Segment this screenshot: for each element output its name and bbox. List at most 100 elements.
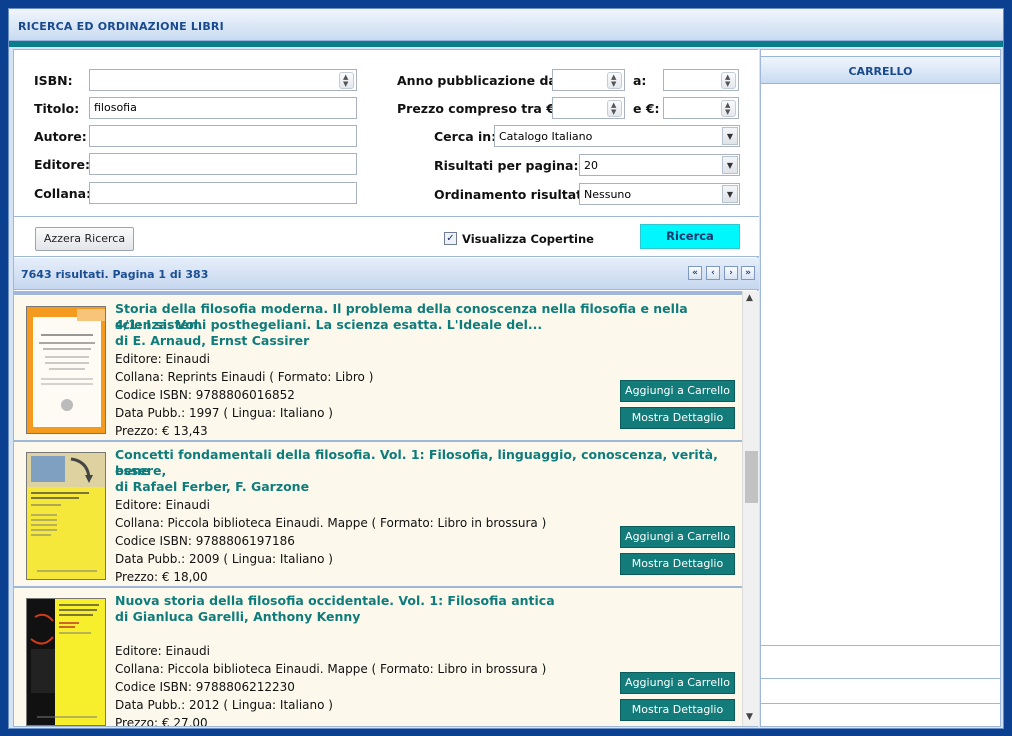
scroll-up-icon[interactable]: ▲ [746, 293, 753, 303]
book-series: Collana: Reprints Einaudi ( Formato: Lib… [115, 370, 374, 384]
book-series: Collana: Piccola biblioteca Einaudi. Map… [115, 662, 547, 676]
double-chevron-right-icon[interactable]: » [741, 266, 755, 280]
cart-divider [761, 645, 1000, 646]
book-price: Prezzo: € 13,43 [115, 424, 208, 438]
results-summary: 7643 risultati. Pagina 1 di 383 [21, 268, 209, 281]
year-from-field[interactable]: ▲ ▼ [552, 69, 625, 91]
book-date: Data Pubb.: 1997 ( Lingua: Italiano ) [115, 406, 333, 420]
series-label: Collana: [34, 186, 92, 201]
book-isbn: Codice ISBN: 9788806197186 [115, 534, 295, 548]
search-panel: ISBN: ▲ ▼ Titolo: filosofia Autore: Edito… [13, 49, 759, 727]
chevron-down-icon[interactable]: ▼ [722, 127, 738, 145]
scroll-down-icon[interactable]: ▼ [746, 712, 753, 722]
cover-art-storia-filosofia-moderna [27, 307, 105, 433]
series-field[interactable] [89, 182, 357, 204]
title-field[interactable]: filosofia [89, 97, 357, 119]
per-page-label: Risultati per pagina: [434, 158, 579, 173]
window-title: RICERCA ED ORDINAZIONE LIBRI [18, 20, 224, 33]
cart-divider [761, 678, 1000, 679]
title-accent-bar [9, 41, 1003, 47]
year-to-field[interactable]: ▲ ▼ [663, 69, 739, 91]
show-covers-label: Visualizza Copertine [462, 232, 594, 246]
cover-art-nuova-storia-filosofia [27, 599, 105, 725]
author-field[interactable] [89, 125, 357, 147]
list-item: Nuova storia della filosofia occidentale… [14, 588, 742, 726]
search-in-select[interactable]: Catalogo Italiano ▼ [494, 125, 740, 147]
book-price: Prezzo: € 27,00 [115, 716, 208, 726]
add-to-cart-button[interactable]: Aggiungi a Carrello [620, 526, 735, 548]
book-authors: di E. Arnaud, Ernst Cassirer [115, 333, 310, 348]
per-page-select[interactable]: 20 ▼ [579, 154, 740, 176]
list-divider [14, 291, 742, 295]
author-label: Autore: [34, 129, 87, 144]
chevron-left-icon[interactable]: ‹ [706, 266, 720, 280]
book-cover [26, 306, 106, 434]
show-detail-button[interactable]: Mostra Dettaglio [620, 699, 735, 721]
price-from-label: Prezzo compreso tra €: [397, 101, 560, 116]
main-window: RICERCA ED ORDINAZIONE LIBRI ISBN: ▲ ▼ Ti… [8, 8, 1004, 729]
book-isbn: Codice ISBN: 9788806016852 [115, 388, 295, 402]
chevron-down-icon[interactable]: ▼ [722, 185, 738, 203]
book-cover [26, 598, 106, 726]
year-from-label: Anno pubblicazione da: [397, 73, 562, 88]
results-list: Storia della filosofia moderna. Il probl… [14, 291, 759, 726]
price-from-field[interactable]: ▲ ▼ [552, 97, 625, 119]
price-from-spinner[interactable]: ▲ ▼ [607, 100, 622, 117]
add-to-cart-button[interactable]: Aggiungi a Carrello [620, 672, 735, 694]
scrollbar-thumb[interactable] [745, 451, 758, 503]
chevron-down-icon[interactable]: ▼ [722, 156, 738, 174]
price-to-spinner[interactable]: ▲ ▼ [721, 100, 736, 117]
search-form: ISBN: ▲ ▼ Titolo: filosofia Autore: Edito… [14, 50, 759, 217]
book-title-line[interactable]: 4/1: I sistemi posthegeliani. La scienza… [115, 317, 725, 333]
book-publisher: Editore: Einaudi [115, 352, 210, 366]
show-covers-checkbox[interactable]: ✓ [444, 232, 457, 245]
chevron-right-icon[interactable]: › [724, 266, 738, 280]
cover-art-concetti-fondamentali [27, 453, 105, 579]
book-cover [26, 452, 106, 580]
search-in-label: Cerca in: [434, 129, 497, 144]
book-date: Data Pubb.: 2009 ( Lingua: Italiano ) [115, 552, 333, 566]
order-select[interactable]: Nessuno ▼ [579, 183, 740, 205]
search-actions: Azzera Ricerca ✓ Visualizza Copertine Ri… [14, 217, 759, 257]
book-price: Prezzo: € 18,00 [115, 570, 208, 584]
book-publisher: Editore: Einaudi [115, 498, 210, 512]
results-bar: 7643 risultati. Pagina 1 di 383 « ‹ › » [14, 258, 759, 290]
year-to-spinner[interactable]: ▲ ▼ [721, 72, 736, 89]
cart-header: CARRELLO [761, 56, 1000, 84]
order-value: Nessuno [584, 188, 632, 201]
cart-panel: CARRELLO [760, 49, 1001, 727]
publisher-field[interactable] [89, 153, 357, 175]
book-title-line[interactable]: Nuova storia della filosofia occidentale… [115, 593, 725, 609]
double-chevron-left-icon[interactable]: « [688, 266, 702, 280]
list-item: Storia della filosofia moderna. Il probl… [14, 296, 742, 442]
book-date: Data Pubb.: 2012 ( Lingua: Italiano ) [115, 698, 333, 712]
book-series: Collana: Piccola biblioteca Einaudi. Map… [115, 516, 547, 530]
results-scrollbar[interactable]: ▲ ▼ [742, 291, 759, 726]
isbn-spinner[interactable]: ▲ ▼ [339, 72, 354, 89]
book-authors: di Rafael Ferber, F. Garzone [115, 479, 310, 494]
cart-title: CARRELLO [848, 65, 913, 78]
year-to-label: a: [633, 73, 647, 88]
cart-divider [761, 703, 1000, 704]
per-page-value: 20 [584, 159, 598, 172]
price-to-label: e €: [633, 101, 660, 116]
isbn-label: ISBN: [34, 73, 73, 88]
order-label: Ordinamento risultati: [434, 187, 592, 202]
book-publisher: Editore: Einaudi [115, 644, 210, 658]
title-label: Titolo: [34, 101, 80, 116]
publisher-label: Editore: [34, 157, 90, 172]
add-to-cart-button[interactable]: Aggiungi a Carrello [620, 380, 735, 402]
year-from-spinner[interactable]: ▲ ▼ [607, 72, 622, 89]
title-bar: RICERCA ED ORDINAZIONE LIBRI [9, 9, 1003, 41]
reset-search-button[interactable]: Azzera Ricerca [35, 227, 134, 251]
price-to-field[interactable]: ▲ ▼ [663, 97, 739, 119]
book-title-line[interactable]: bene [115, 463, 725, 479]
book-authors: di Gianluca Garelli, Anthony Kenny [115, 609, 361, 624]
book-isbn: Codice ISBN: 9788806212230 [115, 680, 295, 694]
list-item: Concetti fondamentali della filosofia. V… [14, 442, 742, 588]
search-button[interactable]: Ricerca [640, 224, 740, 249]
show-detail-button[interactable]: Mostra Dettaglio [620, 553, 735, 575]
isbn-field[interactable]: ▲ ▼ [89, 69, 357, 91]
show-detail-button[interactable]: Mostra Dettaglio [620, 407, 735, 429]
search-in-value: Catalogo Italiano [499, 130, 593, 143]
